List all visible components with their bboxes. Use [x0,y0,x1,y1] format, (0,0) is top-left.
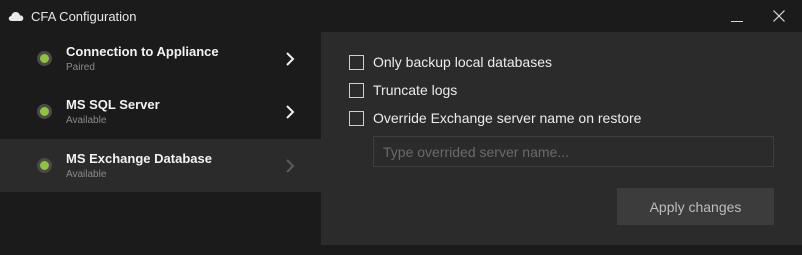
title-bar: CFA Configuration [0,0,802,32]
cloud-icon [8,12,24,21]
sidebar-item-connection-to-appliance[interactable]: Connection to Appliance Paired [0,32,321,85]
sidebar-item-title: MS Exchange Database [66,151,212,166]
chevron-right-icon [286,105,295,119]
status-indicator [37,158,52,173]
minimize-button[interactable] [714,0,760,32]
only-backup-local-checkbox[interactable] [349,54,364,70]
only-backup-local-label: Only backup local databases [373,54,552,70]
truncate-logs-label: Truncate logs [373,82,458,98]
bottom-strip [321,245,802,255]
chevron-right-icon [286,52,295,66]
sidebar: Connection to Appliance Paired MS SQL Se… [0,32,321,255]
status-indicator [37,104,52,119]
sidebar-item-title: Connection to Appliance [66,44,219,59]
only-backup-local-option[interactable]: Only backup local databases [349,54,552,70]
close-button[interactable] [756,0,802,32]
sidebar-item-status: Available [66,169,107,180]
sidebar-item-ms-sql-server[interactable]: MS SQL Server Available [0,85,321,138]
override-server-name-label: Override Exchange server name on restore [373,110,642,126]
sidebar-item-status: Paired [66,62,95,73]
close-icon [773,10,785,22]
window-title: CFA Configuration [31,9,137,24]
override-server-name-checkbox[interactable] [349,110,364,126]
settings-panel: Only backup local databases Truncate log… [321,32,802,245]
server-name-input[interactable] [373,136,774,167]
chevron-right-icon [286,159,295,173]
truncate-logs-checkbox[interactable] [349,82,364,98]
sidebar-item-ms-exchange-database[interactable]: MS Exchange Database Available [0,139,321,192]
status-indicator [37,51,52,66]
minimize-icon [731,21,743,22]
truncate-logs-option[interactable]: Truncate logs [349,82,457,98]
apply-changes-button[interactable]: Apply changes [617,188,774,225]
sidebar-item-status: Available [66,115,107,126]
override-server-name-option[interactable]: Override Exchange server name on restore [349,110,641,126]
sidebar-item-title: MS SQL Server [66,97,160,112]
